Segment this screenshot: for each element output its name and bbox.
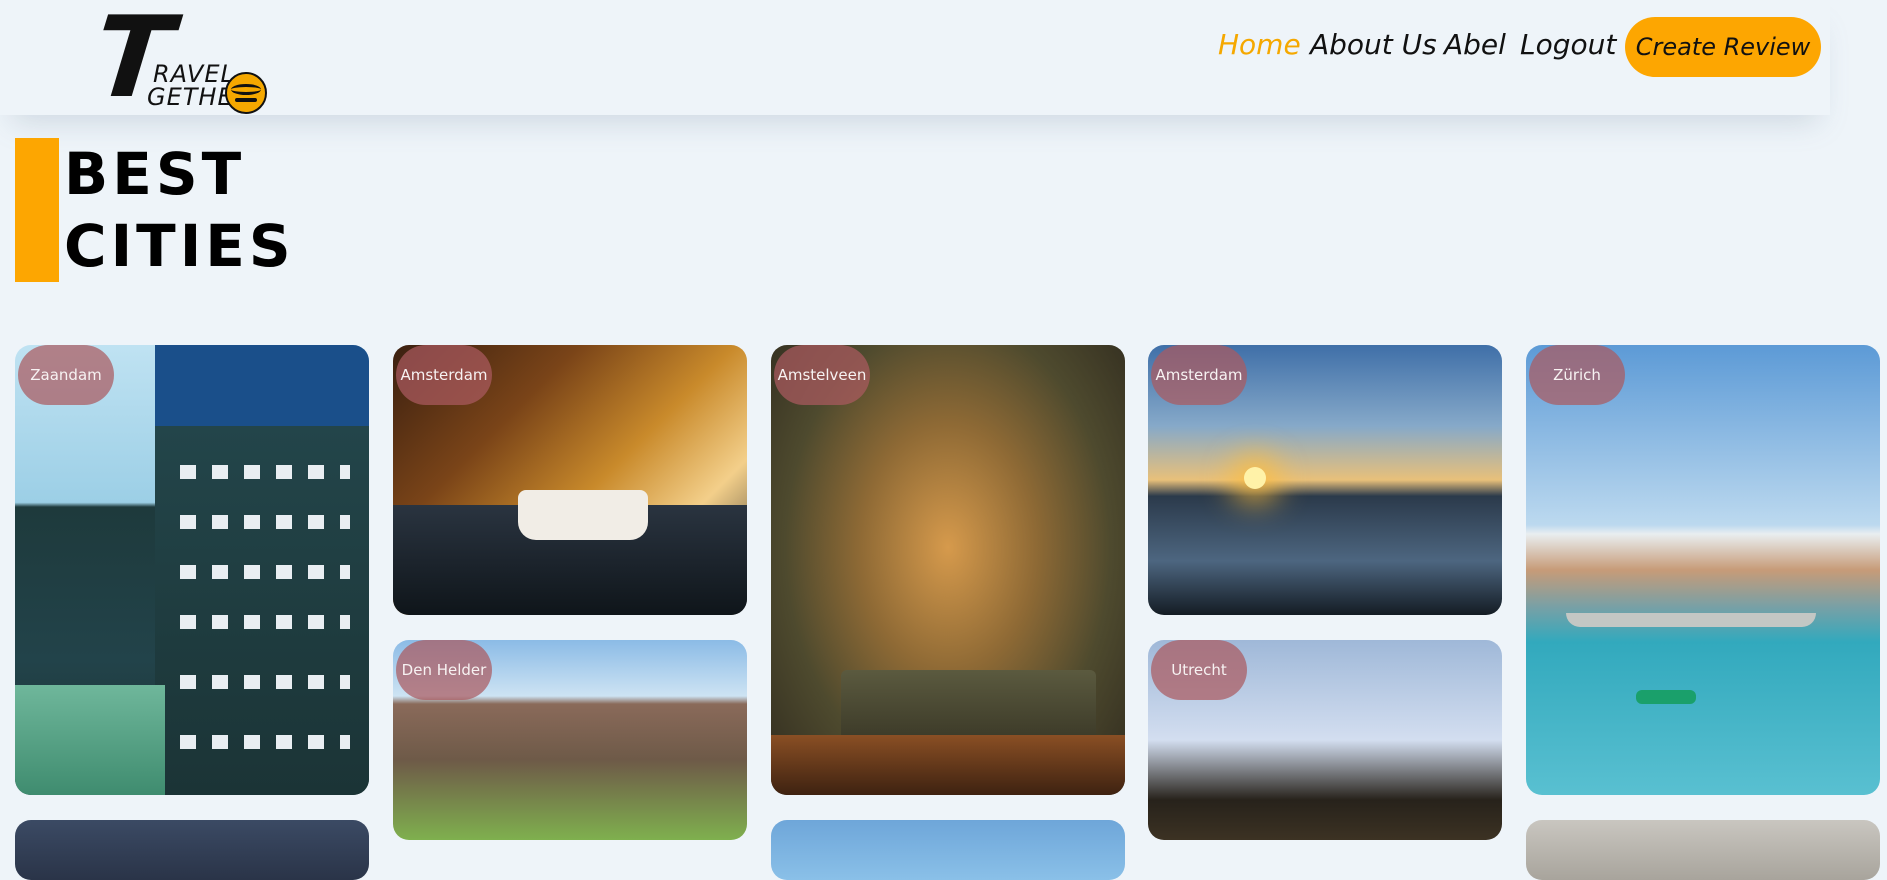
nav-about-link[interactable]: About Us	[1310, 28, 1437, 61]
city-card[interactable]	[15, 820, 369, 880]
create-review-button[interactable]: Create Review	[1625, 17, 1821, 77]
city-card[interactable]	[1526, 820, 1880, 880]
main-nav: Home About Us Abel Logout	[0, 28, 1830, 68]
section-title-line1: BEST	[64, 140, 246, 208]
city-card[interactable]: Amstelveen	[771, 345, 1125, 795]
city-tag: Zürich	[1529, 345, 1625, 405]
city-card[interactable]: Amsterdam	[393, 345, 747, 615]
nav-home-link[interactable]: Home	[1218, 28, 1301, 61]
city-card[interactable]	[771, 820, 1125, 880]
city-tag: Zaandam	[18, 345, 114, 405]
city-tag: Amstelveen	[774, 345, 870, 405]
section-title: BEST CITIES	[64, 138, 295, 282]
city-photo	[1566, 613, 1816, 627]
logo-text-line2: GETHE	[147, 83, 234, 111]
city-tag: Den Helder	[396, 640, 492, 700]
globe-icon	[225, 72, 267, 114]
city-card[interactable]: Zaandam	[15, 345, 369, 795]
section-title-line2: CITIES	[64, 212, 295, 280]
city-tag: Utrecht	[1151, 640, 1247, 700]
city-card[interactable]: Den Helder	[393, 640, 747, 840]
title-accent-bar	[15, 138, 59, 282]
city-card[interactable]: Utrecht	[1148, 640, 1502, 840]
city-photo	[841, 670, 1096, 740]
city-photo	[1244, 467, 1266, 489]
nav-user-link[interactable]: Abel	[1444, 28, 1506, 61]
city-tag: Amsterdam	[396, 345, 492, 405]
city-card[interactable]: Amsterdam	[1148, 345, 1502, 615]
nav-logout-link[interactable]: Logout	[1520, 28, 1616, 61]
site-header: T RAVEL GETHE Home About Us Abel Logout …	[0, 0, 1830, 123]
city-card[interactable]: Zürich	[1526, 345, 1880, 795]
city-tag: Amsterdam	[1151, 345, 1247, 405]
